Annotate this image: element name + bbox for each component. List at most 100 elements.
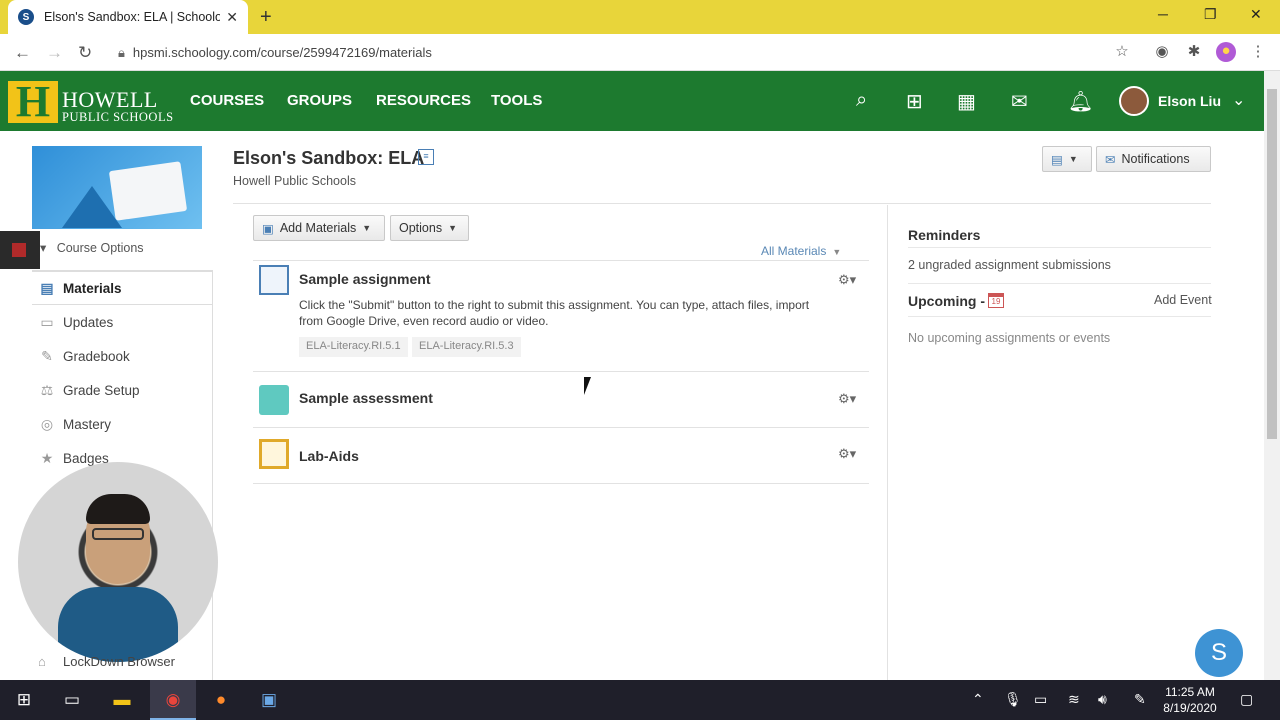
- browser-tab[interactable]: S Elson's Sandbox: ELA | Schoology ✕: [8, 0, 248, 34]
- gear-icon[interactable]: ⚙▾: [838, 391, 856, 407]
- restore-icon[interactable]: ❐: [1204, 6, 1217, 23]
- caret-down-icon: ▼: [362, 223, 372, 233]
- course-info-icon[interactable]: ≡: [418, 149, 434, 165]
- badge-star-icon: ★: [40, 450, 54, 466]
- list-item[interactable]: Sample assignment Click the "Submit" but…: [253, 260, 869, 372]
- recording-stop-button[interactable]: [0, 231, 40, 269]
- task-view-icon[interactable]: ▭: [60, 689, 84, 711]
- caret-down-icon: ▼: [448, 223, 458, 233]
- apps-grid-icon[interactable]: ⊞: [906, 89, 923, 114]
- add-materials-button[interactable]: ▣ Add Materials ▼: [253, 215, 385, 241]
- chevron-down-icon[interactable]: ⌄: [1232, 90, 1245, 110]
- reload-icon[interactable]: ↻: [78, 43, 92, 63]
- user-name[interactable]: Elson Liu: [1158, 93, 1221, 109]
- nav-tools[interactable]: TOOLS: [491, 92, 542, 109]
- calendar-icon[interactable]: 19: [988, 293, 1004, 308]
- material-title[interactable]: Lab-Aids: [299, 448, 359, 464]
- course-options-link[interactable]: ▾ Course Options: [40, 240, 144, 255]
- nav-groups[interactable]: GROUPS: [287, 92, 352, 109]
- puzzle-icon[interactable]: ✱: [1184, 42, 1204, 62]
- gear-icon[interactable]: ⚙▾: [838, 272, 856, 288]
- chat-support-button[interactable]: S: [1195, 629, 1243, 677]
- lockdown-icon: ⌂: [38, 654, 46, 669]
- sidebar-item-materials[interactable]: ▤ Materials: [32, 271, 213, 305]
- grade-setup-icon: ⚖: [40, 382, 54, 398]
- forward-icon[interactable]: →: [46, 43, 63, 63]
- school-name[interactable]: Howell Public Schools: [233, 174, 356, 188]
- standard-tag[interactable]: ELA-Literacy.RI.5.3: [412, 337, 521, 357]
- windows-taskbar: ⊞ ▭ ▬ ◉ ● ▣ ⌃ 🎙︎ ▭ ≋ 🔊︎ ✎ 11:25 AM 8/19/…: [0, 680, 1280, 720]
- address-bar: ← → ↻ 🔒︎ hpsmi.schoology.com/course/25994…: [0, 34, 1280, 71]
- column-divider: [887, 205, 888, 680]
- all-materials-filter[interactable]: All Materials ▼: [761, 244, 841, 258]
- material-title[interactable]: Sample assessment: [299, 390, 433, 406]
- sidebar-item-gradebook[interactable]: ✎ Gradebook: [32, 339, 213, 373]
- nav-resources[interactable]: RESOURCES: [376, 92, 471, 109]
- volume-icon[interactable]: 🔊︎: [1098, 691, 1107, 708]
- reminders-link[interactable]: 2 ungraded assignment submissions: [908, 258, 1111, 272]
- sidebar-item-label: Grade Setup: [63, 382, 140, 398]
- course-options-label: Course Options: [56, 241, 144, 255]
- chrome-icon[interactable]: ◉: [161, 689, 185, 711]
- upcoming-top-divider: [908, 283, 1211, 284]
- url-field[interactable]: 🔒︎ hpsmi.schoology.com/course/2599472169/…: [118, 45, 432, 61]
- lock-icon: 🔒︎: [118, 45, 125, 60]
- sidebar-item-updates[interactable]: ▭ Updates: [32, 305, 213, 339]
- tab-close-icon[interactable]: ✕: [226, 9, 238, 26]
- notifications-label: Notifications: [1121, 152, 1190, 166]
- windows-start-icon[interactable]: ⊞: [12, 689, 36, 711]
- scrollbar-thumb[interactable]: [1267, 89, 1277, 439]
- materials-icon: ▤: [40, 280, 54, 296]
- options-button[interactable]: Options ▼: [390, 215, 469, 241]
- extension-icon[interactable]: ◉: [1152, 42, 1172, 62]
- list-item[interactable]: Lab-Aids ⚙▾: [253, 428, 869, 484]
- add-materials-icon: ▣: [262, 221, 274, 236]
- minimize-icon[interactable]: ─: [1158, 6, 1168, 22]
- sidebar-item-mastery[interactable]: ◎ Mastery: [32, 407, 213, 441]
- nav-courses[interactable]: COURSES: [190, 92, 264, 109]
- notifications-bell-icon[interactable]: 🔔︎: [1068, 89, 1093, 114]
- gradebook-icon: ✎: [41, 348, 53, 364]
- sidebar-item-lockdown-browser[interactable]: ⌂ LockDown Browser: [38, 654, 175, 669]
- page-scrollbar[interactable]: [1264, 71, 1280, 680]
- view-toggle-button[interactable]: ▤ ▼: [1042, 146, 1092, 172]
- close-window-icon[interactable]: ✕: [1250, 6, 1262, 23]
- calendar-icon[interactable]: ▦: [957, 89, 976, 114]
- new-tab-icon[interactable]: +: [260, 6, 272, 29]
- browser-menu-icon[interactable]: ⋮: [1248, 42, 1268, 62]
- assessment-icon: [259, 385, 289, 415]
- upcoming-divider: [908, 316, 1211, 317]
- notifications-button[interactable]: ✉ Notifications: [1096, 146, 1211, 172]
- sidebar-item-label: Mastery: [63, 416, 112, 432]
- avatar[interactable]: [1119, 86, 1149, 116]
- sidebar-item-grade-setup[interactable]: ⚖ Grade Setup: [32, 373, 213, 407]
- tray-expand-icon[interactable]: ⌃: [972, 691, 984, 708]
- upcoming-empty-text: No upcoming assignments or events: [908, 331, 1111, 345]
- messages-icon[interactable]: ✉: [1011, 89, 1028, 114]
- taskbar-clock[interactable]: 11:25 AM 8/19/2020: [1160, 684, 1220, 716]
- clock-date: 8/19/2020: [1163, 701, 1217, 715]
- updates-icon: ▭: [40, 314, 54, 330]
- list-item[interactable]: Sample assessment ⚙▾: [253, 372, 869, 428]
- add-event-link[interactable]: Add Event: [1154, 293, 1212, 307]
- search-icon[interactable]: ⌕: [856, 89, 867, 112]
- app-window-icon[interactable]: ▣: [257, 689, 281, 711]
- material-title[interactable]: Sample assignment: [299, 271, 431, 287]
- schoology-header: H HOWELL PUBLIC SCHOOLS COURSES GROUPS R…: [0, 71, 1264, 131]
- action-center-icon[interactable]: ▢: [1240, 691, 1253, 708]
- bookmark-star-icon[interactable]: ☆: [1112, 42, 1132, 62]
- gear-icon[interactable]: ⚙▾: [838, 446, 856, 462]
- envelope-icon: ✉: [1105, 152, 1116, 167]
- logo-icon[interactable]: H: [8, 80, 58, 124]
- wifi-icon[interactable]: ≋: [1068, 691, 1080, 708]
- header-divider: [233, 203, 1211, 204]
- microphone-icon[interactable]: 🎙︎: [1004, 691, 1022, 708]
- firefox-icon[interactable]: ●: [209, 689, 233, 711]
- profile-icon[interactable]: ●: [1216, 42, 1236, 62]
- pen-icon[interactable]: ✎: [1134, 691, 1146, 708]
- file-explorer-icon[interactable]: ▬: [110, 689, 134, 711]
- caret-down-icon: ▼: [832, 247, 842, 257]
- standard-tag[interactable]: ELA-Literacy.RI.5.1: [299, 337, 408, 357]
- back-icon[interactable]: ←: [14, 43, 31, 63]
- battery-icon[interactable]: ▭: [1034, 691, 1047, 708]
